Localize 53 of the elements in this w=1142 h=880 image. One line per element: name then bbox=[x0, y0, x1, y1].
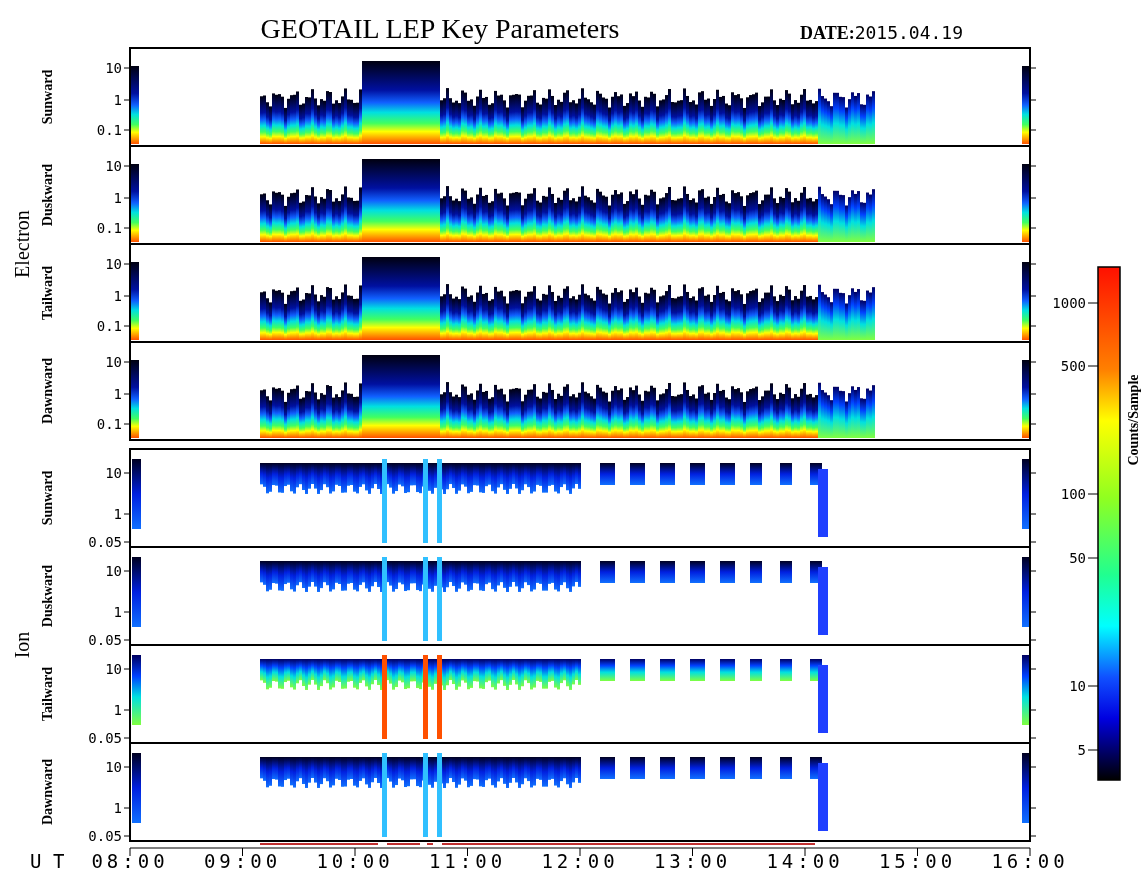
color-tick-label: 5 bbox=[1077, 742, 1086, 758]
y-tick-label: 0.1 bbox=[96, 318, 122, 334]
y-tick-label: 1 bbox=[113, 92, 122, 108]
y-tick-label: 1 bbox=[113, 288, 122, 304]
y-tick-label: 0.05 bbox=[88, 828, 122, 844]
y-tick-label: 10 bbox=[105, 158, 122, 174]
time-tick-label: 16:00 bbox=[991, 850, 1069, 872]
color-tick-label: 50 bbox=[1069, 550, 1086, 566]
y-tick-label: 10 bbox=[105, 256, 122, 272]
y-tick-label: 0.1 bbox=[96, 220, 122, 236]
color-tick-label: 100 bbox=[1060, 486, 1086, 502]
time-tick-label: 10:00 bbox=[316, 850, 394, 872]
panel-label: Sunward bbox=[40, 69, 55, 125]
y-tick-label: 1 bbox=[113, 604, 122, 620]
y-tick-label: 0.1 bbox=[96, 416, 122, 432]
panel-label: Tailward bbox=[40, 667, 55, 721]
group-label: Ion bbox=[11, 631, 33, 659]
color-scale-label: Counts/Sample bbox=[1126, 374, 1141, 466]
panel-label: Sunward bbox=[40, 470, 55, 526]
time-tick-label: 14:00 bbox=[766, 850, 844, 872]
y-tick-label: 0.05 bbox=[88, 534, 122, 550]
y-tick-label: 1 bbox=[113, 386, 122, 402]
panel-label: Duskward bbox=[40, 564, 55, 628]
y-tick-label: 10 bbox=[105, 563, 122, 579]
time-tick-label: 08:00 bbox=[91, 850, 169, 872]
y-tick-label: 1 bbox=[113, 190, 122, 206]
y-tick-label: 10 bbox=[105, 661, 122, 677]
color-tick-label: 1000 bbox=[1052, 295, 1086, 311]
y-tick-label: 0.1 bbox=[96, 122, 122, 138]
y-tick-label: 10 bbox=[105, 759, 122, 775]
y-tick-label: 1 bbox=[113, 506, 122, 522]
time-tick-label: 15:00 bbox=[878, 850, 957, 872]
axis-label: U T bbox=[30, 850, 65, 872]
color-tick-label: 500 bbox=[1060, 358, 1086, 374]
date-label: DATE:2015.04.19 bbox=[800, 22, 964, 43]
time-tick-label: 11:00 bbox=[428, 850, 507, 872]
y-tick-label: 10 bbox=[105, 465, 122, 481]
y-tick-label: 1 bbox=[113, 702, 122, 718]
color-tick-label: 10 bbox=[1069, 678, 1086, 694]
y-tick-label: 0.05 bbox=[88, 632, 122, 648]
time-tick-label: 12:00 bbox=[541, 850, 619, 872]
y-tick-label: 1 bbox=[113, 800, 122, 816]
y-tick-label: 10 bbox=[105, 354, 122, 370]
panel-label: Tailward bbox=[40, 266, 55, 320]
chart-title: GEOTAIL LEP Key Parameters bbox=[260, 13, 620, 44]
time-tick-label: 13:00 bbox=[653, 850, 732, 872]
time-tick-label: 09:00 bbox=[203, 850, 282, 872]
group-label: Electron bbox=[11, 210, 33, 278]
y-tick-label: 10 bbox=[105, 60, 122, 76]
panel-label: Dawnward bbox=[40, 758, 55, 826]
panel-label: Dawnward bbox=[40, 357, 55, 425]
y-tick-label: 0.05 bbox=[88, 730, 122, 746]
panel-label: Duskward bbox=[40, 163, 55, 227]
